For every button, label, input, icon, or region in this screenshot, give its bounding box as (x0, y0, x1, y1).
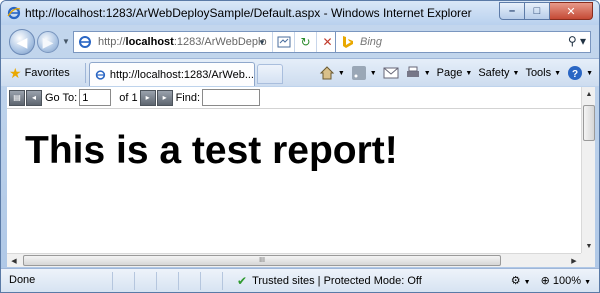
printer-icon (406, 66, 419, 77)
status-panel (157, 272, 179, 290)
chevron-left-icon: ◀ (11, 258, 17, 265)
window-controls: – □ ✕ (499, 2, 593, 20)
close-button[interactable]: ✕ (550, 2, 593, 20)
page-icon (95, 69, 106, 80)
divider (85, 63, 86, 83)
search-icon[interactable]: ⚲ ▾ (568, 34, 586, 48)
compatibility-icon (277, 36, 290, 48)
tools-menu[interactable]: Tools ▼ (525, 67, 561, 79)
page-count-label: of 1 (119, 91, 138, 104)
star-icon: ★ (9, 64, 22, 81)
recent-pages-dropdown[interactable]: ▼ (62, 37, 70, 46)
last-page-icon: ▸ (162, 93, 167, 102)
refresh-icon: ↻ (300, 35, 311, 49)
tab-title: http://localhost:1283/ArWeb... (109, 68, 254, 81)
favorites-button[interactable]: ★ Favorites (9, 63, 70, 83)
address-dropdown[interactable]: ▼ (254, 32, 270, 52)
window-title: http://localhost:1283/ArWebDeploySample/… (25, 6, 472, 20)
horizontal-scroll-thumb[interactable]: III (23, 255, 501, 266)
new-tab-button[interactable] (257, 64, 283, 84)
goto-label: Go To: (45, 91, 78, 104)
stop-icon: ✕ (322, 35, 333, 49)
find-label: Find: (175, 91, 201, 104)
status-text: Done (9, 274, 36, 286)
print-button[interactable]: ▼ (405, 65, 431, 81)
browser-window: http://localhost:1283/ArWebDeploySample/… (0, 0, 600, 293)
compatibility-view-button[interactable] (272, 32, 294, 52)
magnifier-icon: ⊕ (540, 275, 550, 287)
status-panel (135, 272, 157, 290)
rss-icon (351, 66, 366, 80)
find-input[interactable] (202, 89, 261, 106)
title-bar[interactable]: http://localhost:1283/ArWebDeploySample/… (1, 1, 599, 25)
scroll-down-button[interactable]: ▼ (582, 239, 596, 253)
help-icon: ? (568, 66, 583, 80)
grip-icon: III (259, 257, 265, 264)
status-panel (113, 272, 135, 290)
status-panel (201, 272, 223, 290)
scroll-up-button[interactable]: ▲ (582, 87, 596, 101)
refresh-button[interactable]: ↻ (294, 32, 316, 52)
zoom-button[interactable]: ⊕ 100% ▼ (541, 274, 591, 287)
maximize-button[interactable]: □ (525, 2, 550, 20)
status-panel (91, 272, 113, 290)
status-right: ⚙ ▼ ⊕ 100% ▼ (511, 274, 591, 287)
globe-icon: ⚙ (510, 275, 521, 287)
minimize-button[interactable]: – (499, 2, 525, 20)
popup-blocker-button[interactable]: ⚙ ▼ (511, 274, 531, 287)
security-zone[interactable]: ✔ Trusted sites | Protected Mode: Off (237, 274, 422, 288)
help-button[interactable]: ? ▼ (567, 65, 593, 81)
feeds-button[interactable]: ▼ (351, 65, 377, 81)
status-panel (179, 272, 201, 290)
next-page-icon: ▸ (145, 93, 150, 102)
vertical-scrollbar[interactable]: ▲ ▼ (581, 87, 595, 253)
search-box[interactable]: Bing ⚲ ▾ (335, 31, 591, 53)
bing-logo-icon (343, 36, 353, 48)
report-toolbar: ▤ ◂ Go To: 1 of 1 ▸ ▸ Find: (7, 87, 581, 109)
first-page-icon: ◂ (31, 93, 36, 102)
navigation-bar: ◀ ▶ ▼ http://localhost:1283/ArWebDeplo ▼… (1, 27, 599, 57)
printer-icon: ▤ (13, 93, 21, 102)
page-number-input[interactable]: 1 (79, 89, 112, 106)
vertical-scroll-thumb[interactable] (583, 105, 595, 141)
report-title: This is a test report! (25, 129, 398, 172)
back-button[interactable]: ◀ (9, 29, 35, 55)
scroll-right-button[interactable]: ▶ (567, 254, 581, 268)
address-url[interactable]: http://localhost:1283/ArWebDeplo (98, 36, 268, 48)
safety-menu[interactable]: Safety ▼ (478, 67, 519, 79)
zone-text: Trusted sites | Protected Mode: Off (252, 275, 422, 287)
scroll-left-button[interactable]: ◀ (7, 254, 21, 268)
tab-active[interactable]: http://localhost:1283/ArWeb... (89, 62, 255, 86)
page-menu[interactable]: Page ▼ (437, 67, 473, 79)
home-icon (319, 66, 335, 80)
arrow-right-icon: ▶ (42, 33, 54, 50)
status-bar: Done ✔ Trusted sites | Protected Mode: O… (1, 268, 599, 292)
last-page-button[interactable]: ▸ (156, 89, 173, 106)
chevron-down-icon: ▼ (585, 242, 593, 250)
page-icon (79, 36, 91, 48)
chevron-right-icon: ▶ (571, 258, 577, 265)
print-report-button[interactable]: ▤ (9, 89, 25, 106)
status-panels (91, 272, 223, 290)
search-input[interactable]: Bing (360, 36, 382, 48)
home-button[interactable]: ▼ (319, 65, 345, 81)
report-viewport: This is a test report! (7, 109, 581, 253)
svg-text:?: ? (572, 69, 578, 80)
next-page-button[interactable]: ▸ (139, 89, 156, 106)
address-bar[interactable]: http://localhost:1283/ArWebDeplo ▼ ↻ ✕ (73, 31, 361, 53)
arrow-left-icon: ◀ (16, 33, 28, 50)
favorites-tab-bar: ★ Favorites http://localhost:1283/ArWeb.… (1, 58, 599, 86)
first-page-button[interactable]: ◂ (26, 89, 42, 106)
checkmark-icon: ✔ (237, 274, 248, 288)
mail-icon (383, 67, 399, 79)
command-bar: ▼ ▼ ▼ Page ▼ Safety ▼ Tools ▼ ? ▼ (319, 63, 593, 83)
ie-logo-icon (7, 6, 21, 20)
horizontal-scrollbar[interactable]: ◀ III ▶ (7, 253, 581, 267)
zoom-level: 100% (552, 275, 581, 287)
favorites-label: Favorites (24, 67, 70, 79)
forward-button[interactable]: ▶ (37, 31, 59, 53)
read-mail-button[interactable] (383, 65, 399, 81)
scrollbar-corner (581, 253, 595, 267)
chevron-up-icon: ▲ (585, 90, 593, 98)
